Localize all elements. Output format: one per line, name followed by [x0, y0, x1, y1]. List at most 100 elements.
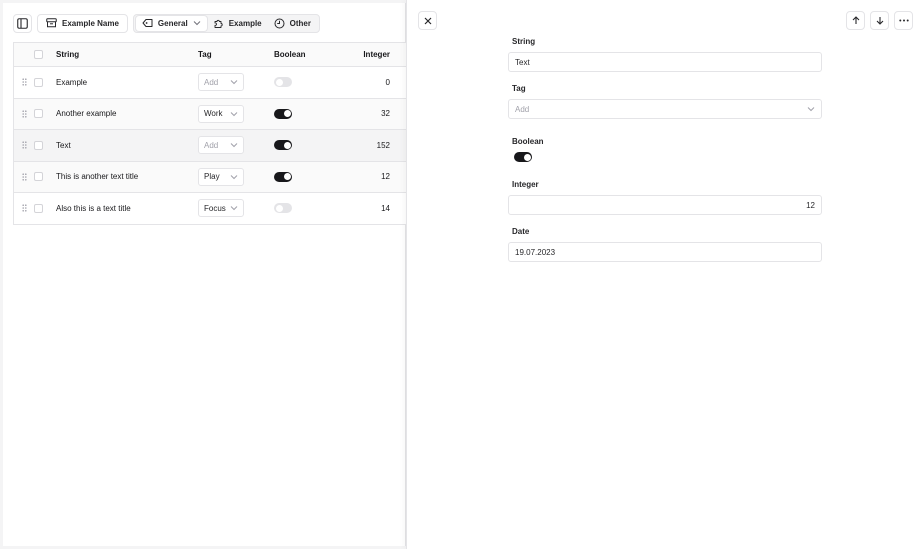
row-checkbox[interactable] — [34, 109, 43, 119]
cell-string: Text — [56, 140, 71, 150]
cell-integer: 14 — [381, 203, 390, 213]
puzzle-icon — [213, 18, 224, 29]
row-checkbox[interactable] — [34, 77, 43, 87]
string-field-label: String — [512, 37, 536, 46]
archive-icon — [46, 18, 57, 28]
header-string[interactable]: String — [56, 50, 198, 59]
tag-value: Add — [204, 77, 219, 87]
row-checkbox[interactable] — [34, 172, 43, 182]
row-checkbox[interactable] — [34, 203, 43, 213]
clock-icon — [274, 18, 285, 29]
filter-group: General Example Other — [132, 13, 320, 33]
integer-input[interactable]: 12 — [508, 195, 822, 215]
tag-select[interactable]: Add — [198, 136, 244, 155]
more-horizontal-icon — [898, 19, 909, 22]
tag-value: Focus — [204, 203, 226, 213]
next-record-button[interactable] — [870, 11, 889, 30]
tag-value: Play — [204, 172, 220, 182]
row-checkbox[interactable] — [34, 140, 43, 150]
toggle-sidebar-button[interactable] — [13, 13, 32, 33]
tag-select[interactable]: Focus — [198, 199, 244, 218]
integer-field: Integer 12 — [508, 180, 822, 215]
sidebar-icon — [17, 17, 28, 29]
close-icon — [424, 17, 432, 25]
filter-label: General — [157, 18, 188, 28]
header-boolean[interactable]: Boolean — [274, 50, 338, 59]
table-row[interactable]: Text Add 152 — [14, 130, 406, 162]
record-form: String Text Tag Add Boolean Integer 12 D… — [508, 37, 822, 262]
filter-dropdown[interactable]: General — [135, 15, 207, 31]
group-other[interactable]: Other — [268, 16, 317, 31]
table-row[interactable]: Example Add 0 — [14, 67, 406, 99]
table-panel: Example Name General Example Other Strin… — [3, 3, 406, 546]
chevron-down-icon — [193, 20, 201, 26]
chevron-down-icon — [230, 174, 238, 180]
tag-field-label: Tag — [512, 84, 526, 93]
integer-field-label: Integer — [512, 180, 539, 189]
cell-string: Example — [56, 77, 88, 87]
cell-string: Also this is a text title — [56, 203, 131, 213]
close-button[interactable] — [418, 11, 437, 30]
view-name-button[interactable]: Example Name — [37, 13, 128, 33]
cell-integer: 32 — [381, 109, 390, 119]
chevron-down-icon — [230, 111, 238, 117]
cell-string: Another example — [56, 109, 117, 119]
chevron-down-icon — [807, 106, 815, 112]
date-input-value: 19.07.2023 — [515, 247, 556, 257]
cell-integer: 152 — [376, 140, 390, 150]
table-header-row: String Tag Boolean Integer — [14, 43, 406, 67]
chevron-down-icon — [230, 142, 238, 148]
drag-handle-icon[interactable] — [14, 141, 34, 149]
cell-integer: 0 — [385, 77, 390, 87]
boolean-toggle[interactable] — [274, 108, 292, 119]
group-other-label: Other — [289, 18, 311, 28]
boolean-toggle[interactable] — [274, 140, 292, 151]
integer-input-value: 12 — [806, 200, 815, 210]
drag-handle-icon[interactable] — [14, 78, 34, 86]
arrow-down-icon — [876, 16, 884, 25]
chevron-down-icon — [230, 205, 238, 211]
arrow-up-icon — [852, 16, 860, 25]
boolean-toggle[interactable] — [274, 171, 292, 182]
select-all-checkbox[interactable] — [34, 50, 43, 59]
tag-select[interactable]: Work — [198, 104, 244, 123]
data-table: String Tag Boolean Integer Example Add 0… — [13, 42, 406, 225]
table-row[interactable]: Another example Work 32 — [14, 98, 406, 130]
tag-value: Add — [204, 140, 219, 150]
drag-handle-icon[interactable] — [14, 173, 34, 181]
header-tag[interactable]: Tag — [198, 50, 274, 59]
boolean-toggle[interactable] — [274, 203, 292, 214]
view-name-label: Example Name — [62, 18, 119, 28]
group-example[interactable]: Example — [207, 16, 268, 31]
table-row[interactable]: Also this is a text title Focus 14 — [14, 193, 406, 225]
boolean-field: Boolean — [508, 137, 822, 162]
boolean-toggle[interactable] — [274, 77, 292, 88]
table-row[interactable]: This is another text title Play 12 — [14, 161, 406, 193]
string-input[interactable]: Text — [508, 52, 822, 72]
cell-string: This is another text title — [56, 172, 139, 182]
tag-select[interactable]: Play — [198, 167, 244, 186]
header-integer[interactable]: Integer — [338, 50, 394, 59]
boolean-field-label: Boolean — [512, 137, 544, 146]
detail-panel: String Text Tag Add Boolean Integer 12 D… — [406, 0, 920, 549]
chevron-down-icon — [230, 79, 238, 85]
drag-handle-icon[interactable] — [14, 110, 34, 118]
date-field: Date 19.07.2023 — [508, 227, 822, 262]
boolean-toggle[interactable] — [514, 152, 532, 162]
tag-select[interactable]: Add — [508, 99, 822, 119]
previous-record-button[interactable] — [846, 11, 865, 30]
drag-handle-icon[interactable] — [14, 204, 34, 212]
tag-select-placeholder: Add — [515, 104, 530, 114]
more-options-button[interactable] — [894, 11, 913, 30]
string-field: String Text — [508, 37, 822, 72]
date-input[interactable]: 19.07.2023 — [508, 242, 822, 262]
tag-icon — [142, 18, 153, 28]
date-field-label: Date — [512, 227, 530, 236]
group-example-label: Example — [228, 18, 262, 28]
record-navigation — [846, 11, 913, 30]
tag-select[interactable]: Add — [198, 73, 244, 92]
tag-value: Work — [204, 109, 223, 119]
toolbar: Example Name General Example Other — [13, 13, 320, 33]
cell-integer: 12 — [381, 172, 390, 182]
string-input-value: Text — [515, 57, 530, 67]
